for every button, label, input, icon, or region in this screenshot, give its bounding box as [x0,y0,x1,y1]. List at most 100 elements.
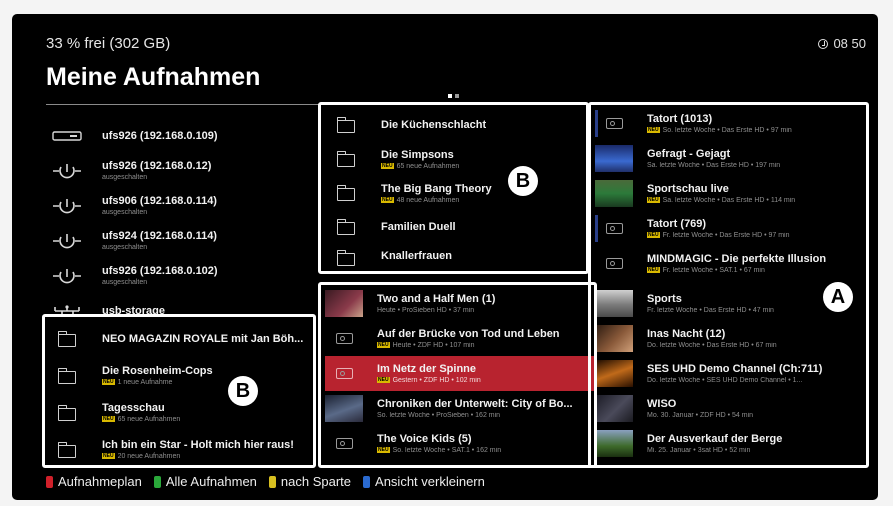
device-item[interactable]: ufs926 (192.168.0.109) [46,118,316,153]
recording-title: Two and a Half Men (1) [377,293,496,305]
folder-subtitle: NEU 1 neue Aufnahme [102,379,213,386]
page-indicator [448,94,459,98]
recording-thumbnail [595,430,633,457]
new-badge: NEU [102,379,115,385]
recording-title: Tatort (769) [647,218,707,230]
folder-icon [336,117,355,133]
blue-key-button[interactable]: Ansicht verkleinern [363,474,485,489]
red-key-button[interactable]: Aufnahmeplan [46,474,142,489]
folder-item[interactable]: NEO MAGAZIN ROYALE mit Jan Böh... [46,320,324,357]
tv-placeholder-icon [335,438,353,449]
recording-meta: NEU So. letzte Woche • Das Erste HD • 97 … [647,127,865,134]
recording-thumbnail [595,145,633,172]
recording-item[interactable]: WISO Mo. 30. Januar • ZDF HD • 54 min [595,391,865,426]
recording-item-selected[interactable]: Im Netz der Spinne NEU Gestern • ZDF HD •… [325,356,597,391]
recording-item[interactable]: The Voice Kids (5) NEU So. letzte Woche •… [325,426,597,461]
yellow-key-label: nach Sparte [280,474,352,489]
recording-title: The Voice Kids (5) [377,433,472,445]
recording-meta-text: Gestern • ZDF HD • 102 min [392,377,481,384]
clock-time: 08 50 [833,36,866,51]
folder-subtitle: NEU 65 neue Aufnahmen [381,162,460,170]
green-key-icon [153,475,161,488]
page-dot-active [448,94,452,98]
folder-item[interactable]: Knallerfrauen [325,244,587,270]
recording-item[interactable]: Sportschau live NEU Sa. letzte Woche • Da… [595,176,865,211]
recording-meta-text: Heute • ZDF HD • 107 min [392,342,475,349]
folder-item[interactable]: Die Küchenschlacht [325,108,587,142]
recording-item[interactable]: Tatort (1013) NEU So. letzte Woche • Das … [595,106,865,141]
callout-label-b: B [228,376,258,406]
recording-thumbnail [595,290,633,317]
device-name: ufs906 (192.168.0.114) [102,195,217,207]
callout-label-a: A [823,282,853,312]
folder-icon [336,151,355,167]
recording-item[interactable]: Inas Nacht (12) Do. letzte Woche • Das E… [595,321,865,356]
recording-item[interactable]: SES UHD Demo Channel (Ch:711) Do. letzte… [595,356,865,391]
title-divider [46,104,320,105]
folder-item[interactable]: Die Rosenheim-Cops NEU 1 neue Aufnahme [46,357,324,394]
folder-icon [336,219,355,235]
folder-subtitle: NEU 20 neue Aufnahmen [102,453,294,460]
recording-meta: NEU Heute • ZDF HD • 107 min [377,342,597,349]
recording-meta: So. letzte Woche • ProSieben • 162 min [377,412,501,419]
recording-meta-text: Fr. letzte Woche • Das Erste HD • 97 min [662,232,790,239]
folder-item[interactable]: The Big Bang Theory NEU 48 neue Aufnahmen [325,176,587,210]
green-key-label: Alle Aufnahmen [165,474,257,489]
device-item[interactable]: ufs926 (192.168.0.102) ausgeschalten [46,258,316,293]
device-name: usb-storage [102,304,165,317]
recording-item[interactable]: Gefragt - Gejagt Sa. letzte Woche • Das … [595,141,865,176]
blue-key-icon [363,475,371,488]
recording-item[interactable]: Der Ausverkauf der Berge Mi. 25. Januar … [595,426,865,461]
recording-meta: Do. letzte Woche • SES UHD Demo Channel … [647,377,803,384]
recording-title: SES UHD Demo Channel (Ch:711) [647,363,823,375]
device-status: ausgeschalten [102,174,148,181]
recording-thumbnail [595,110,633,137]
recording-item[interactable]: Tatort (769) NEU Fr. letzte Woche • Das E… [595,211,865,246]
recording-meta: NEU Sa. letzte Woche • Das Erste HD • 114… [647,197,865,204]
device-item[interactable]: ufs906 (192.168.0.114) ausgeschalten [46,188,316,223]
folder-name: Familien Duell [381,221,456,233]
folder-name: The Big Bang Theory [381,182,492,195]
tv-placeholder-icon [335,368,353,379]
new-badge: NEU [647,232,660,238]
folder-name: Ich bin ein Star - Holt mich hier raus! [102,439,294,451]
recording-thumbnail [595,250,633,277]
folder-name: Die Rosenheim-Cops [102,365,213,377]
folder-item[interactable]: Ich bin ein Star - Holt mich hier raus! … [46,431,324,468]
callout-label-b: B [508,166,538,196]
recording-item[interactable]: MINDMAGIC - Die perfekte Illusion NEU Fr.… [595,246,865,281]
tv-placeholder-icon [605,258,623,269]
folder-name: Knallerfrauen [381,250,452,262]
recording-meta: NEU Gestern • ZDF HD • 102 min [377,377,597,384]
folder-count: 20 neue Aufnahmen [117,453,181,460]
new-badge: NEU [647,197,660,203]
folder-count: 48 neue Aufnahmen [396,196,460,204]
new-badge: NEU [377,342,390,348]
recording-thumbnail [325,430,363,457]
new-badge: NEU [377,377,390,383]
folder-item[interactable]: Familien Duell [325,210,587,244]
recording-meta-text: Fr. letzte Woche • SAT.1 • 67 min [662,267,765,274]
folder-icon [57,441,76,458]
recording-item[interactable]: Auf der Brücke von Tod und Leben NEU Heut… [325,321,597,356]
recording-item[interactable]: Chroniken der Unterwelt: City of Bo... S… [325,391,597,426]
device-item[interactable]: ufs924 (192.168.0.114) ausgeschalten [46,223,316,258]
recording-item[interactable]: Two and a Half Men (1) Heute • ProSieben… [325,286,597,321]
recording-meta-text: So. letzte Woche • SAT.1 • 162 min [392,447,502,454]
folder-item[interactable]: Die Simpsons NEU 65 neue Aufnahmen [325,142,587,176]
recording-thumbnail [325,360,363,387]
folder-count: 65 neue Aufnahmen [396,162,460,170]
recording-title: Chroniken der Unterwelt: City of Bo... [377,398,573,410]
device-item[interactable]: ufs926 (192.168.0.12) ausgeschalten [46,153,316,188]
usb-icon [46,301,88,321]
power-plug-icon [46,196,88,216]
red-key-label: Aufnahmeplan [58,474,142,489]
yellow-key-icon [268,475,276,488]
green-key-button[interactable]: Alle Aufnahmen [153,474,257,489]
folder-item[interactable]: Tagesschau NEU 65 neue Aufnahmen [46,394,324,431]
recording-thumbnail [595,360,633,387]
recording-meta: Mo. 30. Januar • ZDF HD • 54 min [647,412,754,419]
recording-title: Sportschau live [647,183,729,195]
left-folder-list: NEO MAGAZIN ROYALE mit Jan Böh... Die Ro… [46,320,324,468]
yellow-key-button[interactable]: nach Sparte [268,474,352,489]
